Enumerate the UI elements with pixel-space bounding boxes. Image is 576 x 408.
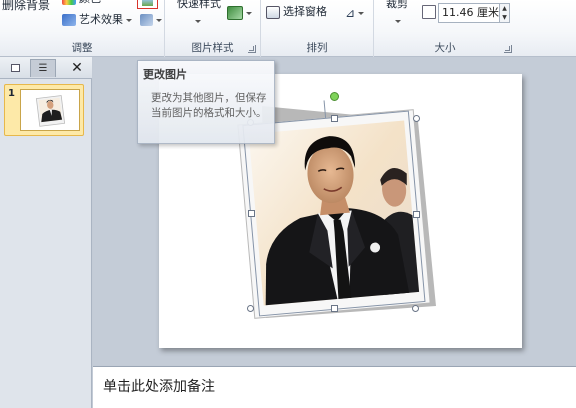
slide-number: 1 — [8, 88, 15, 99]
picture-border-icon — [227, 6, 243, 20]
height-spinner[interactable]: ▲ ▼ — [500, 3, 510, 23]
rotate-button[interactable]: ⊿ — [345, 6, 365, 20]
height-icon — [422, 5, 436, 19]
tooltip-body: 更改为其他图片，但保存当前图片的格式和大小。 — [151, 92, 267, 119]
picture-border-button[interactable] — [227, 6, 252, 20]
picture-styles-launcher-icon[interactable] — [248, 45, 256, 53]
tab-slides[interactable] — [2, 59, 28, 77]
height-input[interactable]: 11.46 厘米 — [438, 3, 500, 23]
notes-pane[interactable]: 单击此处添加备注 — [93, 366, 576, 408]
reset-picture-icon — [140, 14, 153, 26]
selection-pane-button[interactable]: 选择窗格 — [266, 5, 327, 19]
rotate-dropdown-icon — [358, 11, 365, 15]
rotate-icon: ⊿ — [345, 6, 356, 20]
ribbon: 删除背景 颜色 艺术效果 调整 快速样式 图片样式 — [0, 0, 576, 57]
selection-pane-label: 选择窗格 — [283, 5, 327, 18]
change-picture-tooltip: 更改图片 更改为其他图片，但保存当前图片的格式和大小。 — [137, 60, 275, 144]
close-pane-button[interactable]: ✕ — [64, 59, 90, 77]
slides-pane: ☰ ✕ 1 — [0, 57, 92, 408]
pane-tabs: ☰ ✕ — [0, 57, 92, 79]
size-launcher-icon[interactable] — [504, 45, 512, 53]
ribbon-group-size: 裁剪 11.46 厘米 ▲ ▼ 大小 — [374, 0, 516, 57]
remove-background-button[interactable]: 删除背景 — [2, 0, 50, 12]
picture-border-dropdown-icon — [246, 11, 252, 15]
artistic-effects-dropdown-icon — [126, 18, 132, 22]
ribbon-group-picture-styles: 快速样式 图片样式 — [165, 0, 261, 57]
height-value: 11.46 厘米 — [442, 6, 499, 19]
adjust-group-label: 调整 — [71, 42, 93, 54]
resize-handle-left[interactable] — [248, 210, 255, 217]
tooltip-title: 更改图片 — [143, 68, 187, 81]
picture-styles-group-label: 图片样式 — [191, 42, 234, 54]
reset-picture-dropdown-icon — [156, 18, 162, 22]
selection-pane-icon — [266, 5, 280, 19]
resize-handle-bottom-left[interactable] — [247, 305, 254, 312]
resize-handle-top[interactable] — [331, 115, 338, 122]
slide-thumbnail[interactable] — [20, 89, 80, 131]
outline-tab-icon: ☰ — [38, 63, 48, 74]
thumbnail-picture — [35, 95, 66, 127]
resize-handle-top-right[interactable] — [413, 115, 420, 122]
quick-styles-button[interactable]: 快速样式 — [177, 0, 221, 11]
artistic-effects-button[interactable]: 艺术效果 — [62, 13, 132, 27]
reset-picture-button[interactable] — [140, 14, 162, 26]
ribbon-group-arrange: 选择窗格 ⊿ 排列 — [261, 0, 374, 57]
color-label: 颜色 — [79, 0, 101, 6]
resize-handle-bottom[interactable] — [331, 305, 338, 312]
change-picture-icon — [142, 0, 153, 6]
size-group-label: 大小 — [434, 42, 456, 54]
artistic-effects-icon — [62, 14, 76, 26]
change-picture-button[interactable] — [137, 0, 158, 9]
artistic-effects-label: 艺术效果 — [79, 13, 123, 26]
spin-down-icon[interactable]: ▼ — [502, 14, 507, 21]
remove-background-label: 删除背景 — [2, 0, 51, 12]
tab-outline[interactable]: ☰ — [30, 59, 56, 77]
spin-up-icon[interactable]: ▲ — [502, 5, 507, 12]
resize-handle-bottom-right[interactable] — [412, 305, 419, 312]
color-button[interactable]: 颜色 — [62, 0, 101, 6]
crop-label: 裁剪 — [386, 0, 408, 10]
quick-styles-dropdown-icon — [195, 20, 201, 23]
slides-tab-icon — [10, 64, 20, 72]
slide-thumbnail-selected[interactable]: 1 — [4, 84, 84, 136]
quick-styles-label: 快速样式 — [177, 0, 221, 10]
resize-handle-right[interactable] — [413, 211, 420, 218]
crop-dropdown-icon — [395, 20, 401, 23]
crop-button[interactable]: 裁剪 — [386, 0, 408, 11]
close-icon: ✕ — [71, 60, 83, 76]
rotation-handle[interactable] — [330, 92, 339, 101]
ribbon-group-adjust: 删除背景 颜色 艺术效果 调整 — [0, 0, 165, 57]
color-icon — [62, 0, 76, 5]
notes-placeholder: 单击此处添加备注 — [103, 379, 215, 395]
arrange-group-label: 排列 — [306, 42, 328, 54]
